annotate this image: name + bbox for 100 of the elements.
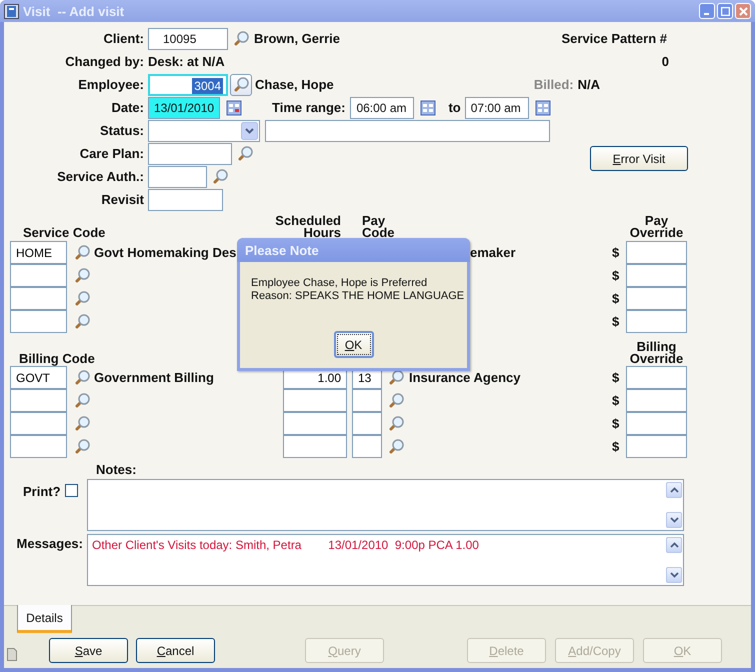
code-field[interactable]: GOVT bbox=[10, 366, 67, 389]
messages-field[interactable]: Other Client's Visits today: Smith, Petra 13/01/2010 9:00p PCA 1.00 bbox=[87, 534, 684, 586]
code-field[interactable]: HOME bbox=[10, 241, 67, 264]
scroll-down-button[interactable] bbox=[666, 512, 682, 528]
status-label: Status: bbox=[98, 123, 145, 138]
service-pattern-value: 0 bbox=[662, 54, 669, 69]
override-field[interactable] bbox=[626, 241, 687, 264]
search-icon[interactable] bbox=[232, 30, 250, 48]
time-from-field[interactable]: 06:00 am bbox=[350, 96, 414, 118]
pay-code-description: Insurance Agency bbox=[409, 370, 521, 385]
search-icon[interactable] bbox=[387, 368, 405, 386]
action-button[interactable]: Save bbox=[49, 638, 128, 663]
care-plan-field[interactable] bbox=[148, 142, 232, 164]
currency-sign: $ bbox=[612, 268, 620, 283]
time-picker-icon[interactable] bbox=[420, 100, 436, 116]
column-header: Billing Code bbox=[18, 353, 95, 365]
changed-by-value: Desk: at N/A bbox=[148, 54, 225, 69]
search-icon[interactable] bbox=[73, 290, 91, 308]
search-icon[interactable] bbox=[73, 266, 91, 284]
pay-code-field[interactable] bbox=[352, 435, 382, 458]
details-tab[interactable]: Details bbox=[17, 605, 72, 633]
chevron-up-icon[interactable] bbox=[670, 542, 678, 548]
scroll-down-button[interactable] bbox=[666, 567, 682, 583]
override-field[interactable] bbox=[626, 310, 687, 333]
minimize-button[interactable] bbox=[699, 3, 715, 19]
maximize-icon[interactable] bbox=[720, 6, 730, 16]
error-visit-button[interactable]: Error Visit bbox=[590, 146, 688, 171]
hours-field[interactable] bbox=[283, 435, 347, 458]
status-dropdown[interactable] bbox=[148, 120, 260, 142]
notes-field[interactable] bbox=[87, 479, 684, 531]
hours-field[interactable] bbox=[283, 412, 347, 435]
override-field[interactable] bbox=[626, 366, 687, 389]
billed-label: Billed: bbox=[534, 77, 574, 92]
pay-code-field[interactable] bbox=[352, 389, 382, 412]
scroll-up-button[interactable] bbox=[666, 482, 682, 498]
notes-label: Notes: bbox=[96, 462, 138, 477]
hours-field[interactable] bbox=[283, 389, 347, 412]
action-button[interactable]: Cancel bbox=[136, 638, 215, 663]
close-icon[interactable] bbox=[738, 6, 748, 16]
employee-field[interactable]: 3004 bbox=[148, 74, 228, 96]
billed-value: N/A bbox=[578, 77, 600, 92]
search-icon[interactable] bbox=[236, 144, 254, 162]
code-field[interactable] bbox=[10, 264, 67, 287]
column-header: Service Code bbox=[22, 227, 106, 239]
time-picker-icon[interactable] bbox=[534, 100, 551, 116]
search-icon[interactable] bbox=[73, 312, 91, 330]
scroll-up-button[interactable] bbox=[666, 537, 682, 553]
revisit-field[interactable] bbox=[148, 188, 223, 210]
search-icon[interactable] bbox=[387, 414, 405, 432]
pay-code-field[interactable] bbox=[352, 412, 382, 435]
message-text: Other Client's Visits today: Smith, Petra 13/01/2010 9:00p PCA 1.00 bbox=[91, 537, 480, 554]
search-icon[interactable] bbox=[387, 392, 405, 410]
messages-label: Messages: bbox=[16, 535, 84, 553]
search-icon[interactable] bbox=[73, 392, 91, 410]
search-icon[interactable] bbox=[73, 414, 91, 432]
code-description: Government Billing bbox=[94, 370, 214, 385]
chevron-down-icon[interactable] bbox=[670, 517, 678, 523]
override-field[interactable] bbox=[626, 389, 687, 412]
client-label: Client: bbox=[102, 31, 145, 46]
override-field[interactable] bbox=[626, 435, 687, 458]
search-icon[interactable] bbox=[73, 244, 91, 262]
calendar-icon[interactable] bbox=[226, 100, 242, 116]
chevron-up-icon[interactable] bbox=[670, 487, 678, 493]
date-field[interactable]: 13/01/2010 bbox=[148, 96, 220, 118]
pay-code-description: emaker bbox=[469, 245, 516, 260]
maximize-button[interactable] bbox=[717, 3, 733, 19]
code-field[interactable] bbox=[10, 435, 67, 458]
status-text-field[interactable] bbox=[265, 120, 550, 142]
chevron-down-icon[interactable] bbox=[670, 572, 678, 578]
service-auth-field[interactable] bbox=[148, 166, 207, 188]
search-icon[interactable] bbox=[73, 438, 91, 456]
document-icon bbox=[7, 648, 17, 661]
print-label: Print? bbox=[23, 484, 61, 499]
column-header: Billing Override bbox=[630, 341, 684, 365]
override-field[interactable] bbox=[626, 287, 687, 310]
dialog-title: Please Note bbox=[237, 238, 470, 262]
search-icon[interactable] bbox=[387, 438, 405, 456]
currency-sign: $ bbox=[612, 393, 620, 408]
code-field[interactable] bbox=[10, 287, 67, 310]
code-field[interactable] bbox=[10, 310, 67, 333]
client-field[interactable]: 10095 bbox=[148, 28, 228, 50]
time-range-label: Time range: bbox=[272, 100, 346, 115]
search-icon[interactable] bbox=[73, 368, 91, 386]
code-description: Govt Homemaking Des bbox=[94, 245, 236, 260]
dialog-message: Reason: SPEAKS THE HOME LANGUAGE bbox=[250, 290, 466, 303]
dialog-ok-button[interactable]: OK bbox=[334, 331, 374, 358]
print-checkbox[interactable] bbox=[64, 484, 78, 497]
search-icon[interactable] bbox=[211, 168, 229, 186]
code-field[interactable] bbox=[10, 412, 67, 435]
override-field[interactable] bbox=[626, 412, 687, 435]
currency-sign: $ bbox=[612, 439, 620, 454]
close-button[interactable] bbox=[735, 3, 751, 19]
currency-sign: $ bbox=[612, 314, 620, 329]
override-field[interactable] bbox=[626, 264, 687, 287]
changed-by-label: Changed by: bbox=[64, 54, 145, 69]
time-to-field[interactable]: 07:00 am bbox=[464, 96, 529, 118]
app-icon bbox=[4, 4, 19, 18]
care-plan-label: Care Plan: bbox=[78, 146, 145, 161]
currency-sign: $ bbox=[612, 370, 620, 385]
code-field[interactable] bbox=[10, 389, 67, 412]
